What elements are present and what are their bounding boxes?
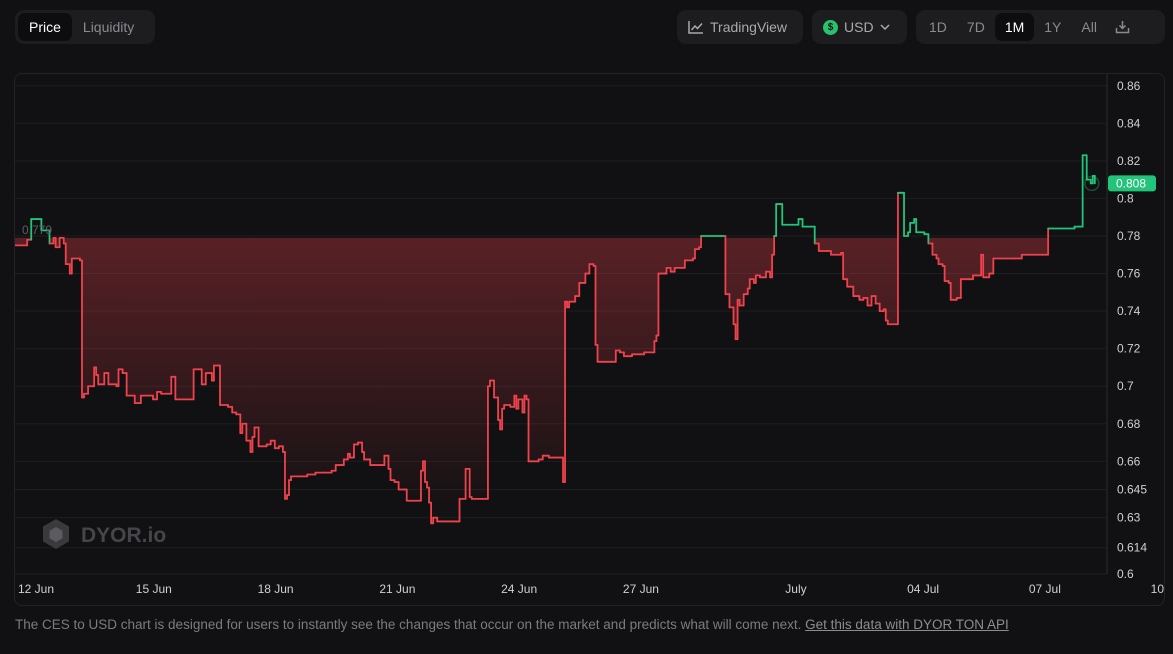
price-area-fill	[15, 237, 1095, 524]
x-tick-label: 24 Jun	[501, 582, 537, 596]
y-tick-label: 0.614	[1117, 541, 1147, 555]
tradingview-label: TradingView	[710, 19, 788, 35]
y-tick-label: 0.68	[1117, 417, 1141, 431]
range-all[interactable]: All	[1071, 13, 1107, 41]
start-price-label: 0.779	[22, 223, 52, 237]
y-tick-label: 0.8	[1117, 191, 1134, 205]
y-tick-label: 0.76	[1117, 267, 1141, 281]
y-tick-label: 0.6	[1117, 567, 1134, 581]
y-tick-label: 0.78	[1117, 229, 1141, 243]
y-tick-label: 0.66	[1117, 454, 1141, 468]
price-chart[interactable]: DYOR.io 0.779 0.86 0.84 0.82 0.8 0.78 0.76 0.7…	[14, 73, 1165, 606]
time-range-tabs: 1D 7D 1M 1Y All	[916, 10, 1165, 44]
range-1y[interactable]: 1Y	[1034, 13, 1071, 41]
y-tick-label: 0.84	[1117, 116, 1141, 130]
y-tick-label: 0.82	[1117, 154, 1141, 168]
dyor-api-link[interactable]: Get this data with DYOR TON API	[805, 617, 1009, 632]
x-tick-label: 18 Jun	[258, 582, 294, 596]
tab-liquidity[interactable]: Liquidity	[72, 13, 145, 41]
x-axis-labels: 12 Jun 15 Jun 18 Jun 21 Jun 24 Jun 27 Jun July…	[18, 582, 1165, 596]
y-tick-label: 0.86	[1117, 79, 1141, 93]
range-7d[interactable]: 7D	[957, 13, 995, 41]
y-tick-label: 0.645	[1117, 482, 1147, 496]
range-1d[interactable]: 1D	[919, 13, 957, 41]
chart-line-icon	[688, 20, 704, 34]
watermark-text: DYOR.io	[81, 524, 166, 547]
y-tick-label: 0.7	[1117, 379, 1134, 393]
x-tick-label: 21 Jun	[379, 582, 415, 596]
x-tick-label: July	[785, 582, 806, 596]
x-tick-label: 04 Jul	[907, 582, 939, 596]
currency-label: USD	[844, 19, 874, 35]
chart-mode-tabs: Price Liquidity	[15, 10, 155, 44]
dyor-watermark: DYOR.io	[43, 519, 166, 549]
tab-price[interactable]: Price	[18, 13, 72, 41]
dollar-coin-icon: $	[823, 19, 838, 35]
x-tick-label: 27 Jun	[623, 582, 659, 596]
tradingview-button[interactable]: TradingView	[677, 10, 803, 44]
price-chart-svg: DYOR.io 0.779 0.86 0.84 0.82 0.8 0.78 0.76 0.7…	[15, 74, 1165, 596]
x-tick-label: 07 Jul	[1029, 582, 1061, 596]
y-tick-label: 0.63	[1117, 511, 1141, 525]
y-tick-label: 0.74	[1117, 304, 1141, 318]
footer-text: The CES to USD chart is designed for use…	[15, 617, 802, 632]
currency-select[interactable]: $ USD	[812, 10, 907, 44]
chart-description: The CES to USD chart is designed for use…	[15, 617, 1009, 632]
download-icon[interactable]	[1107, 13, 1138, 41]
y-axis-labels: 0.86 0.84 0.82 0.8 0.78 0.76 0.74 0.72 0.7 0.68 0.…	[1117, 79, 1147, 581]
y-tick-label: 0.72	[1117, 342, 1141, 356]
x-tick-label: 10 Jul	[1151, 582, 1165, 596]
current-price-value: 0.808	[1116, 176, 1146, 190]
range-1m[interactable]: 1M	[994, 13, 1035, 41]
x-tick-label: 15 Jun	[136, 582, 172, 596]
x-tick-label: 12 Jun	[18, 582, 54, 596]
chevron-down-icon	[880, 24, 890, 30]
